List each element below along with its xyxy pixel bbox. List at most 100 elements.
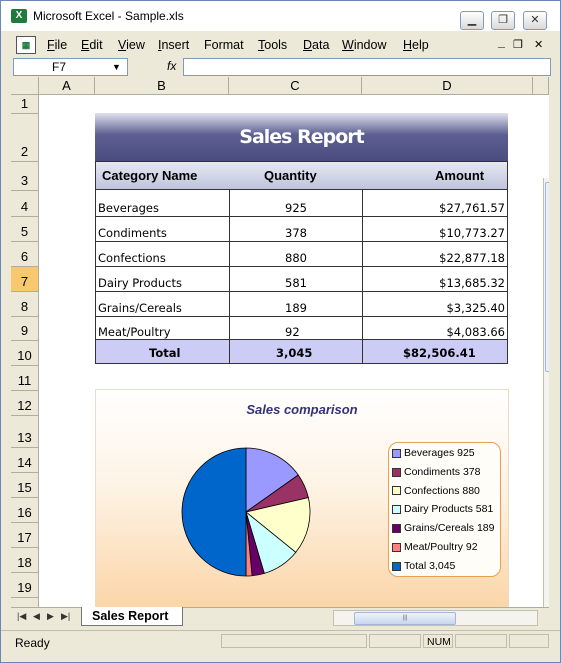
chart-title: Sales comparison (246, 402, 358, 417)
cell-quantity[interactable]: 189 (285, 301, 307, 315)
sheet-tab-sales-report[interactable]: Sales Report (81, 607, 184, 626)
row-header[interactable]: 4 (11, 191, 39, 217)
legend-swatch (392, 505, 401, 515)
pie-plot (181, 447, 311, 577)
column-header-d[interactable]: D (362, 77, 533, 95)
vertical-scroll-thumb[interactable] (545, 182, 549, 372)
cell-amount[interactable]: $10,773.27 (439, 226, 505, 240)
cell-category[interactable]: Condiments (98, 226, 167, 240)
row-header[interactable]: 19 (11, 573, 39, 598)
restore-button[interactable]: ❐ (491, 11, 515, 30)
cell-quantity[interactable]: 581 (285, 276, 307, 290)
row-header-selected[interactable]: 7 (11, 267, 39, 292)
row-header[interactable]: 20 (11, 598, 39, 607)
pie-chart[interactable]: Sales comparison Beverages 925 Condiments… (95, 389, 509, 607)
cell-amount[interactable]: $3,325.40 (446, 301, 505, 315)
cell-quantity[interactable]: 92 (285, 325, 300, 339)
row-header[interactable]: 6 (11, 242, 39, 267)
column-header-b[interactable]: B (95, 77, 229, 95)
formula-bar: F7 ▼ fx (1, 57, 560, 77)
status-text: Ready (15, 636, 50, 650)
cell-quantity[interactable]: 925 (285, 201, 307, 215)
doc-close-button[interactable]: ✕ (534, 38, 543, 51)
row-header[interactable]: 2 (11, 114, 39, 162)
doc-restore-button[interactable]: ❐ (513, 38, 523, 51)
menu-tools[interactable]: Tools (258, 38, 287, 52)
cell-quantity[interactable]: 880 (285, 251, 307, 265)
cell-category[interactable]: Meat/Poultry (98, 325, 171, 339)
legend-item: Beverages 925 (392, 447, 475, 459)
cell-amount[interactable]: $22,877.18 (439, 251, 505, 265)
excel-icon[interactable]: X (11, 9, 27, 23)
status-panel (509, 634, 549, 648)
horizontal-scrollbar[interactable]: ||| (333, 610, 538, 626)
chevron-down-icon[interactable]: ▼ (112, 59, 121, 75)
row-header[interactable]: 3 (11, 162, 39, 191)
vertical-scrollbar[interactable] (543, 178, 549, 607)
legend-swatch (392, 448, 401, 458)
legend-label: Meat/Poultry 92 (404, 541, 478, 553)
column-header-blank (533, 77, 549, 95)
column-header-a[interactable]: A (39, 77, 95, 95)
horizontal-scroll-thumb[interactable]: ||| (354, 612, 456, 625)
cell-quantity[interactable]: 378 (285, 226, 307, 240)
row-header[interactable]: 13 (11, 416, 39, 448)
num-indicator: NUM (423, 634, 453, 648)
first-sheet-button[interactable]: |◀ (17, 611, 26, 622)
row-header[interactable]: 16 (11, 498, 39, 523)
doc-minimize-button[interactable]: _ (498, 35, 505, 49)
row-header[interactable]: 5 (11, 217, 39, 242)
worksheet-grid[interactable]: A B C D 1 2 3 4 5 6 7 8 9 10 11 12 13 14… (11, 77, 549, 607)
row-header[interactable]: 1 (11, 95, 39, 114)
table-border-mid2 (362, 190, 363, 340)
document-icon[interactable]: ▦ (16, 36, 36, 54)
pie-slice-total[interactable] (181, 447, 247, 577)
menu-edit[interactable]: Edit (81, 38, 103, 52)
menu-view[interactable]: View (118, 38, 145, 52)
menu-file[interactable]: File (47, 38, 67, 52)
cell-amount[interactable]: $13,685.32 (439, 276, 505, 290)
header-quantity: Quantity (264, 168, 317, 183)
menu-insert[interactable]: Insert (158, 38, 189, 52)
legend-swatch (392, 486, 401, 496)
row-header[interactable]: 18 (11, 548, 39, 573)
table-total-row[interactable]: Total 3,045 $82,506.41 (95, 339, 508, 364)
status-panel (221, 634, 367, 648)
total-divider (362, 340, 363, 363)
formula-input[interactable] (183, 58, 551, 76)
row-header[interactable]: 14 (11, 448, 39, 473)
menu-format[interactable]: Format (204, 38, 244, 52)
cell-category[interactable]: Beverages (98, 201, 159, 215)
minimize-button[interactable]: ▁ (460, 11, 484, 30)
cell-amount[interactable]: $4,083.66 (446, 325, 505, 339)
cell-amount[interactable]: $27,761.57 (439, 201, 505, 215)
prev-sheet-button[interactable]: ◀ (33, 611, 40, 622)
row-header[interactable]: 8 (11, 292, 39, 317)
row-header[interactable]: 12 (11, 391, 39, 416)
legend-swatch (392, 542, 401, 552)
row-header[interactable]: 17 (11, 523, 39, 548)
select-all-corner[interactable] (11, 77, 39, 95)
row-header[interactable]: 9 (11, 317, 39, 341)
total-amount: $82,506.41 (403, 346, 476, 360)
next-sheet-button[interactable]: ▶ (47, 611, 54, 622)
chart-legend: Beverages 925 Condiments 378 Confections 8… (388, 442, 501, 577)
name-box[interactable]: F7 ▼ (13, 58, 128, 76)
column-header-c[interactable]: C (229, 77, 362, 95)
row-header[interactable]: 15 (11, 473, 39, 498)
cell-category[interactable]: Grains/Cereals (98, 301, 182, 315)
close-button[interactable]: ✕ (523, 11, 547, 30)
legend-swatch (392, 561, 401, 571)
function-icon[interactable]: fx (167, 59, 176, 73)
row-divider (95, 291, 508, 292)
row-header[interactable]: 10 (11, 341, 39, 366)
legend-item: Confections 880 (392, 485, 480, 497)
cell-category[interactable]: Confections (98, 251, 166, 265)
cell-category[interactable]: Dairy Products (98, 276, 182, 290)
last-sheet-button[interactable]: ▶| (61, 611, 70, 622)
row-header[interactable]: 11 (11, 366, 39, 391)
menu-window[interactable]: Window (342, 38, 386, 52)
menu-data[interactable]: Data (303, 38, 329, 52)
legend-swatch (392, 467, 401, 477)
menu-help[interactable]: Help (403, 38, 429, 52)
